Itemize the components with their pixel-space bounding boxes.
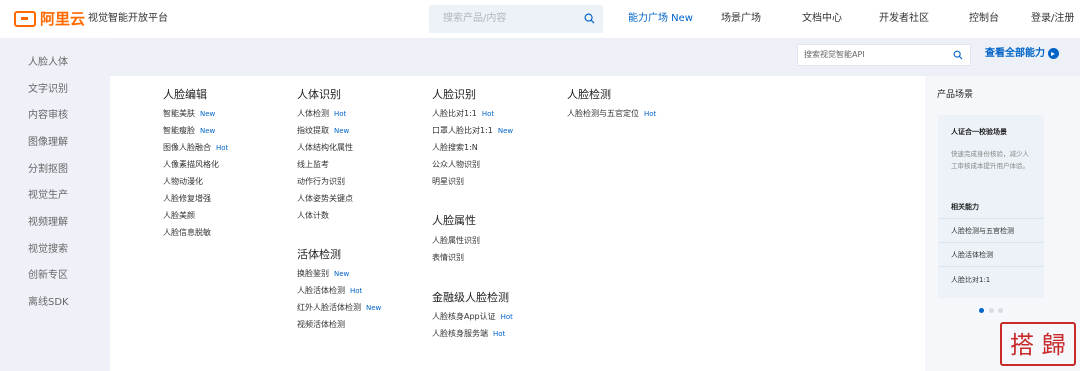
sidebar-item-ocr[interactable]: 文字识别 xyxy=(28,84,68,96)
hot-badge: Hot xyxy=(334,110,347,118)
related-capability-link[interactable]: 人脸比对1:1 xyxy=(951,276,990,285)
related-capabilities-label: 相关能力 xyxy=(951,203,979,211)
nav-login-register[interactable]: 登录/注册 xyxy=(1031,12,1074,26)
hot-badge: Hot xyxy=(493,330,506,338)
capability-link[interactable]: 人脸修复增强 xyxy=(163,194,211,204)
nav-doc-center[interactable]: 文档中心 xyxy=(802,12,842,26)
sidebar-item-segmentation[interactable]: 分割抠图 xyxy=(28,164,68,176)
capability-link[interactable]: 人脸活体检测 Hot xyxy=(297,286,362,296)
hot-badge: Hot xyxy=(644,110,657,118)
capability-link[interactable]: 红外人脸活体检测 New xyxy=(297,303,381,313)
sidebar-item-visual-production[interactable]: 视觉生产 xyxy=(28,190,68,202)
arrow-right-circle-icon[interactable] xyxy=(1048,48,1059,59)
capability-link[interactable]: 人体检测 Hot xyxy=(297,109,346,119)
nav-dev-community[interactable]: 开发者社区 xyxy=(879,12,929,26)
seal-text: 搭 歸 xyxy=(1010,331,1066,359)
carousel-dot[interactable] xyxy=(989,308,994,313)
hot-badge: Hot xyxy=(350,287,363,295)
capability-link[interactable]: 图像人脸融合 Hot xyxy=(163,143,228,153)
hot-badge: Hot xyxy=(500,313,513,321)
platform-name: 视觉智能开放平台 xyxy=(88,13,168,24)
capability-link[interactable]: 智能美肤 New xyxy=(163,109,215,119)
capability-link[interactable]: 公众人物识别 xyxy=(432,160,480,170)
capability-link[interactable]: 人脸搜索1:N xyxy=(432,143,478,153)
related-capability-link[interactable]: 人脸检测与五官检测 xyxy=(951,227,1014,236)
capability-link[interactable]: 人体计数 xyxy=(297,211,329,221)
search-placeholder: 搜索产品/内容 xyxy=(443,13,507,24)
sidebar-item-offline-sdk[interactable]: 离线SDK xyxy=(28,297,69,309)
view-all-capabilities-link[interactable]: 查看全部能力 xyxy=(985,48,1045,60)
sidebar-item-innovation[interactable]: 创新专区 xyxy=(28,270,68,282)
group-title-financial-face: 金融级人脸检测 xyxy=(432,291,509,304)
group-title-face-attributes: 人脸属性 xyxy=(432,214,476,227)
capability-link[interactable]: 换脸鉴别 New xyxy=(297,269,349,279)
hot-badge: Hot xyxy=(481,110,495,118)
capability-link[interactable]: 人物动漫化 xyxy=(163,177,203,187)
product-scenes-title: 产品场景 xyxy=(937,90,974,100)
api-search-placeholder: 搜索视觉智能API xyxy=(804,50,865,59)
related-capability-link[interactable]: 人脸活体检测 xyxy=(951,251,993,260)
capability-menu xyxy=(110,76,925,371)
divider xyxy=(938,266,1044,267)
new-badge: New xyxy=(497,127,514,135)
nav-capability-square[interactable]: 能力广场 New xyxy=(628,12,693,26)
scene-card-description: 快速完成身份核验，减少人工审核成本提升用户体验。 xyxy=(951,150,1029,170)
group-title-face-edit: 人脸编辑 xyxy=(163,88,207,101)
capability-link[interactable]: 人脸核身服务端 Hot xyxy=(432,329,505,339)
group-title-body-recognition: 人体识别 xyxy=(297,88,341,101)
sidebar-item-content-review[interactable]: 内容审核 xyxy=(28,110,68,122)
capability-link[interactable]: 指纹提取 New xyxy=(297,126,349,136)
scene-card-title: 人证合一校验场景 xyxy=(951,128,1007,136)
aliyun-logo-icon xyxy=(14,11,36,27)
group-title-liveness: 活体检测 xyxy=(297,248,341,261)
new-badge: New xyxy=(200,110,216,118)
divider xyxy=(938,242,1044,243)
new-badge: New xyxy=(334,127,350,135)
capability-link[interactable]: 动作行为识别 xyxy=(297,177,345,187)
new-badge: New xyxy=(366,304,382,312)
nav-console[interactable]: 控制台 xyxy=(969,12,999,26)
capability-link[interactable]: 表情识别 xyxy=(432,253,464,263)
sidebar-item-visual-search[interactable]: 视觉搜索 xyxy=(28,244,68,256)
carousel-dot-active[interactable] xyxy=(979,308,984,313)
sidebar-item-face-body[interactable]: 人脸人体 xyxy=(28,57,68,69)
nav-scene-square[interactable]: 场景广场 xyxy=(721,12,761,26)
capability-link[interactable]: 人体结构化属性 xyxy=(297,143,353,153)
capability-link[interactable]: 口罩人脸比对1:1 New xyxy=(432,126,513,136)
capability-link[interactable]: 明星识别 xyxy=(432,177,464,187)
carousel-dot[interactable] xyxy=(998,308,1003,313)
capability-link[interactable]: 人脸信息脱敏 xyxy=(163,228,211,238)
capability-link[interactable]: 人脸核身App认证 Hot xyxy=(432,312,513,322)
capability-link[interactable]: 人体姿势关键点 xyxy=(297,194,353,204)
capability-link[interactable]: 线上监考 xyxy=(297,160,329,170)
product-search-input[interactable]: 搜索产品/内容 xyxy=(429,5,603,33)
capability-link[interactable]: 人脸检测与五官定位 Hot xyxy=(567,109,656,119)
capability-link[interactable]: 人像素描风格化 xyxy=(163,160,219,170)
capability-link[interactable]: 人脸比对1:1 Hot xyxy=(432,109,494,119)
capability-link[interactable]: 人脸美颜 xyxy=(163,211,195,221)
sidebar-item-video-understanding[interactable]: 视频理解 xyxy=(28,217,68,229)
api-search-input[interactable]: 搜索视觉智能API xyxy=(797,44,971,66)
search-icon[interactable] xyxy=(953,50,963,60)
capability-link[interactable]: 视频活体检测 xyxy=(297,320,345,330)
new-badge: New xyxy=(200,127,216,135)
sidebar-item-image-understanding[interactable]: 图像理解 xyxy=(28,137,68,149)
hot-badge: Hot xyxy=(216,144,229,152)
watermark-seal: 搭 歸 xyxy=(1000,322,1076,366)
logo-text: 阿里云 xyxy=(40,10,86,28)
group-title-face-detection: 人脸检测 xyxy=(567,88,611,101)
divider xyxy=(938,218,1044,219)
new-badge: New xyxy=(334,270,350,278)
capability-link[interactable]: 人脸属性识别 xyxy=(432,236,480,246)
group-title-face-recognition: 人脸识别 xyxy=(432,88,476,101)
search-icon[interactable] xyxy=(584,13,595,24)
capability-link[interactable]: 智能瘦脸 New xyxy=(163,126,215,136)
top-header: 阿里云 视觉智能开放平台 搜索产品/内容 能力广场 New 场景广场 文档中心 … xyxy=(0,0,1080,38)
aliyun-logo[interactable]: 阿里云 xyxy=(14,10,85,28)
